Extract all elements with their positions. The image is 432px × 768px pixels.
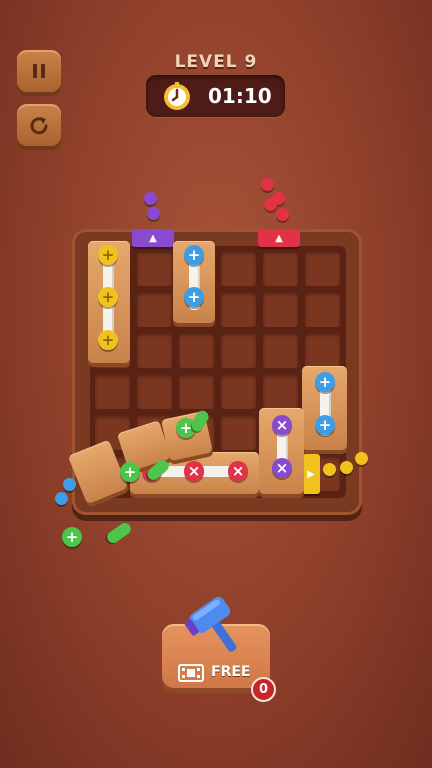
blue-peg — [63, 478, 76, 491]
stopwatch-icon — [164, 82, 190, 110]
hammer-booster-button[interactable]: FREE — [162, 596, 270, 688]
grid-cell — [305, 251, 340, 286]
grid-cell — [263, 333, 298, 368]
grid-cell — [221, 415, 256, 450]
purple-exit-gate[interactable]: ▲ — [132, 229, 174, 247]
grid-cell — [137, 374, 172, 409]
grid-cell — [137, 251, 172, 286]
grid-cell — [221, 374, 256, 409]
yellow-peg — [323, 463, 336, 476]
restart-button[interactable] — [17, 104, 61, 146]
grid-cell — [179, 333, 214, 368]
grid-cell — [221, 333, 256, 368]
hammer-icon — [184, 596, 237, 652]
timer-value: 01:10 — [208, 84, 272, 108]
grid-cell — [305, 292, 340, 327]
booster-label: FREE — [211, 664, 251, 680]
green-screw-shaft — [104, 520, 134, 546]
grid-cell — [221, 251, 256, 286]
grid-cell — [263, 251, 298, 286]
blue-screw[interactable]: + — [184, 245, 204, 265]
blue-screw[interactable]: + — [184, 287, 204, 307]
purple-peg — [144, 192, 157, 205]
green-screw: + — [62, 527, 82, 547]
yellow-peg — [355, 452, 368, 465]
grid-cell — [179, 374, 214, 409]
yellow-screw[interactable]: + — [98, 330, 118, 350]
yellow-screw[interactable]: + — [98, 245, 118, 265]
grid-cell — [137, 333, 172, 368]
grid-cell — [305, 333, 340, 368]
restart-icon — [30, 117, 48, 135]
grid-cell — [263, 374, 298, 409]
grid-cell — [221, 292, 256, 327]
red-peg — [276, 208, 289, 221]
red-peg — [264, 198, 277, 211]
timer-panel: 01:10 — [146, 75, 285, 117]
green-screw: + — [120, 462, 140, 482]
grid-cell — [95, 374, 130, 409]
red-screw[interactable]: × — [184, 461, 204, 481]
red-exit-gate[interactable]: ▲ — [258, 229, 300, 247]
grid-cell — [263, 292, 298, 327]
grid-cell — [137, 292, 172, 327]
film-icon — [178, 664, 204, 682]
purple-screw[interactable]: × — [272, 415, 292, 435]
blue-screw[interactable]: + — [315, 415, 335, 435]
blue-peg — [55, 492, 68, 505]
blue-screw[interactable]: + — [315, 372, 335, 392]
level-label: LEVEL 9 — [174, 52, 258, 72]
red-peg — [261, 178, 274, 191]
purple-screw[interactable]: × — [272, 458, 292, 478]
purple-peg — [147, 207, 160, 220]
booster-count-badge: 0 — [251, 677, 276, 702]
yellow-peg — [340, 461, 353, 474]
yellow-exit-gate[interactable]: ▶ — [302, 454, 320, 494]
yellow-screw[interactable]: + — [98, 287, 118, 307]
red-screw[interactable]: × — [228, 461, 248, 481]
